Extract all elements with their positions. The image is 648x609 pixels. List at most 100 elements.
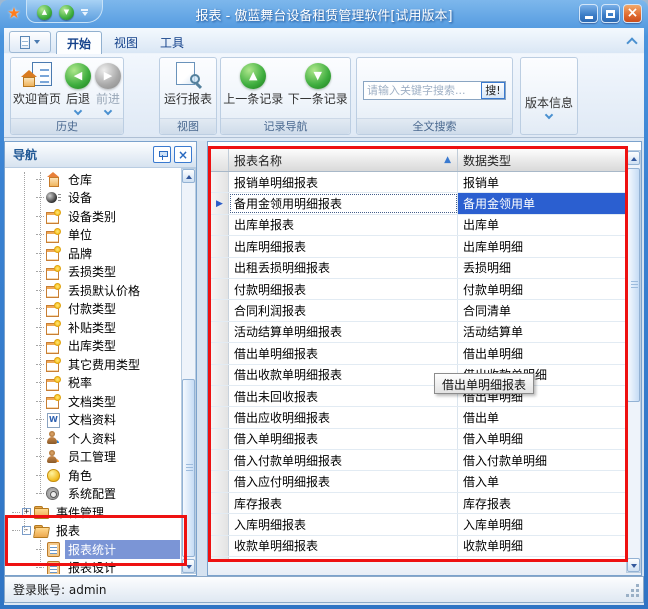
cell-data-type[interactable]: 出库单	[458, 215, 625, 235]
table-row[interactable]: 合同利润报表 合同清单	[211, 300, 625, 321]
ribbon-tab[interactable]: 工具	[150, 31, 194, 54]
tree-item[interactable]: 角色	[6, 466, 180, 485]
cell-report-name[interactable]: 退仓明细报表	[229, 557, 458, 559]
tree-item[interactable]: 丢损类型	[6, 263, 180, 282]
cell-data-type[interactable]: 收款单明细	[458, 536, 625, 556]
qat-customize-icon[interactable]	[81, 9, 88, 16]
tree-item[interactable]: 文档资料	[6, 411, 180, 430]
table-row[interactable]: 出租丢损明细报表 丢损明细	[211, 258, 625, 279]
cell-data-type[interactable]: 报销单	[458, 172, 625, 192]
scrollbar-thumb[interactable]	[182, 379, 195, 557]
cell-data-type[interactable]: 付款单明细	[458, 279, 625, 299]
chevron-down-icon[interactable]	[105, 108, 111, 114]
cell-data-type[interactable]: 合同清单	[458, 300, 625, 320]
table-row[interactable]: 借出收款单明细报表 借出收款单明细	[211, 365, 625, 386]
sidebar-scrollbar[interactable]	[181, 168, 196, 574]
search-input[interactable]	[364, 84, 481, 97]
chevron-down-icon[interactable]	[546, 112, 552, 118]
table-row[interactable]: 报销单明细报表 报销单	[211, 172, 625, 193]
close-panel-button[interactable]: ×	[174, 146, 192, 163]
cell-report-name[interactable]: 借出收款单明细报表	[229, 365, 458, 385]
table-row[interactable]: 借出未回收报表 借出单明细	[211, 386, 625, 407]
search-go-button[interactable]: 搜!	[481, 82, 505, 99]
table-row[interactable]: 活动结算单明细报表 活动结算单	[211, 322, 625, 343]
version-info-button[interactable]: 版本信息	[525, 97, 573, 118]
header-data-type[interactable]: 数据类型	[458, 149, 625, 171]
cell-data-type[interactable]: 借入付款单明细	[458, 450, 625, 470]
previous-record-button[interactable]: ▲ 上一条记录	[223, 61, 283, 106]
tree-item[interactable]: 报表统计	[6, 540, 180, 559]
maximize-button[interactable]	[601, 4, 620, 23]
tree-item[interactable]: 文档类型	[6, 392, 180, 411]
tree-item[interactable]: + 事件管理	[6, 503, 180, 522]
table-row[interactable]: 出库单报表 出库单	[211, 215, 625, 236]
scroll-up-button[interactable]	[182, 169, 195, 183]
table-row[interactable]: 借出单明细报表 借出单明细	[211, 343, 625, 364]
cell-data-type[interactable]: 入库单	[458, 557, 625, 559]
back-button[interactable]: ◀ 后退	[65, 61, 91, 114]
table-row[interactable]: 入库明细报表 入库单明细	[211, 514, 625, 535]
cell-report-name[interactable]: 借入付款单明细报表	[229, 450, 458, 470]
ribbon-tab[interactable]: 视图	[104, 31, 148, 54]
cell-data-type[interactable]: 库存报表	[458, 493, 625, 513]
tree-item[interactable]: 个人资料	[6, 429, 180, 448]
cell-data-type[interactable]: 活动结算单	[458, 322, 625, 342]
tree-item[interactable]: 品牌	[6, 244, 180, 263]
cell-report-name[interactable]: 出租丢损明细报表	[229, 258, 458, 278]
cell-data-type[interactable]: 借入单	[458, 471, 625, 491]
table-row[interactable]: 出库明细报表 出库单明细	[211, 236, 625, 257]
table-row[interactable]: 借出应收明细报表 借出单	[211, 407, 625, 428]
resize-grip[interactable]	[627, 585, 640, 598]
cell-report-name[interactable]: 合同利润报表	[229, 300, 458, 320]
cell-report-name[interactable]: 借出单明细报表	[229, 343, 458, 363]
table-row[interactable]: 付款明细报表 付款单明细	[211, 279, 625, 300]
table-row[interactable]: 借入应付明细报表 借入单	[211, 471, 625, 492]
cell-report-name[interactable]: 借入单明细报表	[229, 429, 458, 449]
cell-data-type[interactable]: 借入单明细	[458, 429, 625, 449]
tree-item[interactable]: 出库类型	[6, 337, 180, 356]
tree-item[interactable]: 丢损默认价格	[6, 281, 180, 300]
cell-report-name[interactable]: 收款单明细报表	[229, 536, 458, 556]
cell-data-type[interactable]: 丢损明细	[458, 258, 625, 278]
cell-data-type[interactable]: 入库单明细	[458, 514, 625, 534]
cell-report-name[interactable]: 库存报表	[229, 493, 458, 513]
tree-item[interactable]: 员工管理	[6, 448, 180, 467]
tree-item[interactable]: 付款类型	[6, 300, 180, 319]
cell-report-name[interactable]: 借出未回收报表	[229, 386, 458, 406]
cell-report-name[interactable]: 借出应收明细报表	[229, 407, 458, 427]
tree-item[interactable]: 税率	[6, 374, 180, 393]
tree-item[interactable]: 其它费用类型	[6, 355, 180, 374]
table-row[interactable]: 借入付款单明细报表 借入付款单明细	[211, 450, 625, 471]
cell-report-name[interactable]: 报销单明细报表	[229, 172, 458, 192]
tree-item[interactable]: 仓库	[6, 170, 180, 189]
cell-data-type[interactable]: 借出单	[458, 407, 625, 427]
run-report-button[interactable]: 运行报表	[164, 61, 212, 106]
tree-item[interactable]: 设备	[6, 189, 180, 208]
tree-item[interactable]: - 报表	[6, 522, 180, 541]
quick-down-button[interactable]: ▼	[59, 5, 74, 20]
tree-item[interactable]: 单位	[6, 226, 180, 245]
cell-report-name[interactable]: 备用金领用明细报表	[229, 193, 458, 213]
cell-report-name[interactable]: 出库明细报表	[229, 236, 458, 256]
scroll-up-button[interactable]	[627, 151, 640, 165]
table-row[interactable]: ▶ 备用金领用明细报表 备用金领用单	[211, 193, 625, 214]
tree-item[interactable]: 报表设计	[6, 559, 180, 575]
cell-report-name[interactable]: 出库单报表	[229, 215, 458, 235]
cell-report-name[interactable]: 借入应付明细报表	[229, 471, 458, 491]
table-row[interactable]: 库存报表 库存报表	[211, 493, 625, 514]
close-button[interactable]: ×	[623, 4, 642, 23]
application-menu-button[interactable]	[9, 31, 51, 53]
quick-up-button[interactable]: ▲	[37, 5, 52, 20]
cell-data-type[interactable]: 备用金领用单	[458, 193, 625, 213]
pin-panel-button[interactable]	[153, 146, 171, 163]
ribbon-collapse-icon[interactable]	[627, 37, 636, 46]
cell-data-type[interactable]: 借出单明细	[458, 343, 625, 363]
tree-item[interactable]: 补贴类型	[6, 318, 180, 337]
table-row[interactable]: 借入单明细报表 借入单明细	[211, 429, 625, 450]
scroll-down-button[interactable]	[627, 558, 640, 572]
table-row[interactable]: 退仓明细报表 入库单	[211, 557, 625, 559]
cell-report-name[interactable]: 入库明细报表	[229, 514, 458, 534]
welcome-home-button[interactable]: 欢迎首页	[13, 61, 61, 106]
cell-data-type[interactable]: 出库单明细	[458, 236, 625, 256]
tree-item[interactable]: 设备类别	[6, 207, 180, 226]
